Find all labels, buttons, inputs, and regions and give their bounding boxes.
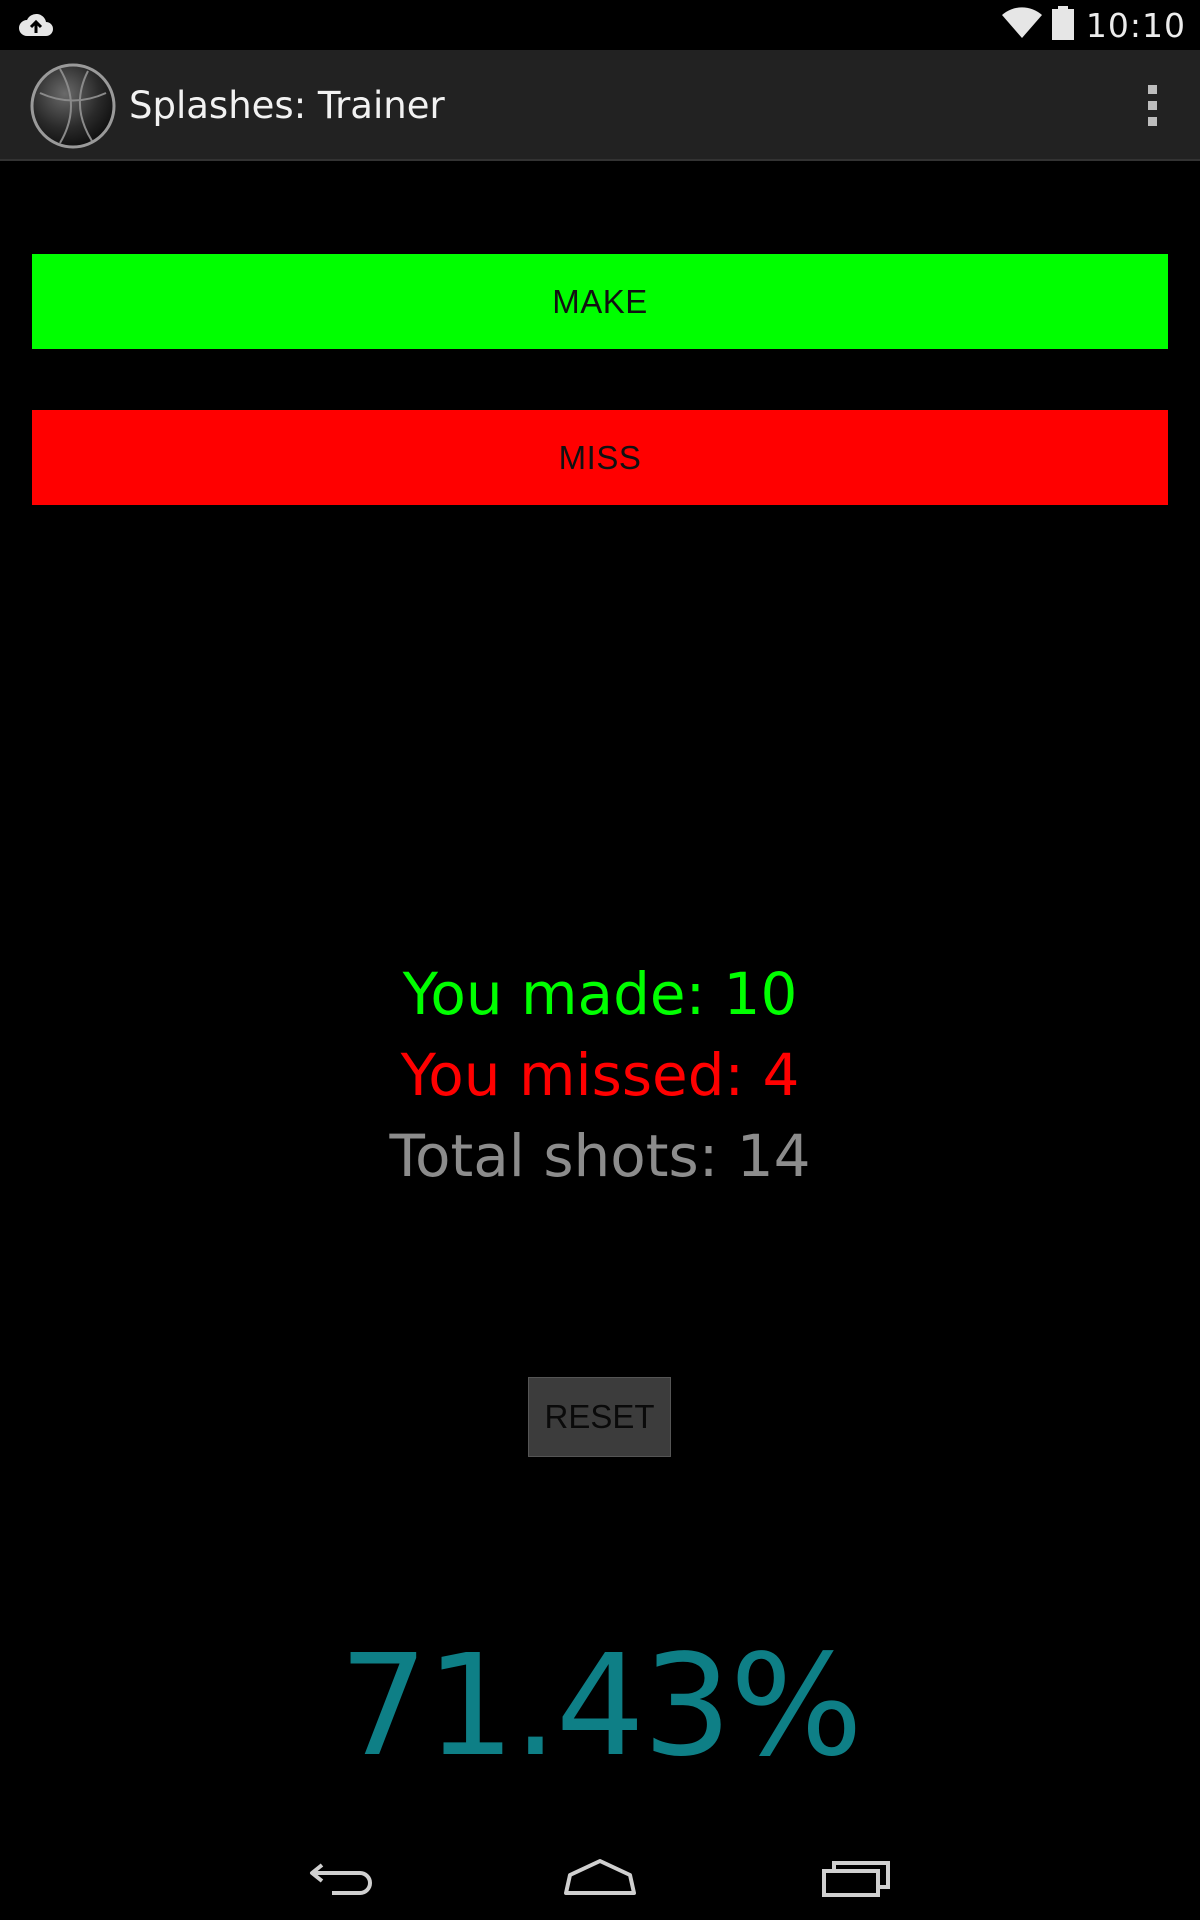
total-shots-text: Total shots: 14 bbox=[389, 1122, 811, 1190]
battery-icon bbox=[1051, 6, 1074, 44]
miss-button[interactable]: MISS bbox=[32, 410, 1168, 505]
missed-count-text: You missed: 4 bbox=[400, 1041, 800, 1109]
wifi-icon bbox=[1001, 7, 1042, 43]
action-bar: Splashes: Trainer bbox=[0, 50, 1200, 161]
shooting-percentage: 71.43% bbox=[339, 1625, 863, 1788]
cloud-upload-icon bbox=[18, 10, 54, 42]
basketball-icon[interactable] bbox=[30, 63, 116, 149]
status-bar: 10:10 bbox=[0, 0, 1200, 50]
home-icon[interactable] bbox=[540, 1842, 660, 1912]
make-button[interactable]: MAKE bbox=[32, 254, 1168, 349]
recents-icon[interactable] bbox=[797, 1842, 917, 1912]
reset-button[interactable]: RESET bbox=[528, 1377, 671, 1457]
app-title: Splashes: Trainer bbox=[129, 84, 445, 127]
navigation-bar bbox=[0, 1830, 1200, 1920]
overflow-menu-icon[interactable] bbox=[1122, 70, 1182, 140]
made-count-text: You made: 10 bbox=[402, 960, 798, 1028]
screen: 10:10 Splashes: Trainer MAKE MISS You ma… bbox=[0, 0, 1200, 1920]
back-icon[interactable] bbox=[283, 1842, 403, 1912]
status-time: 10:10 bbox=[1085, 5, 1186, 45]
